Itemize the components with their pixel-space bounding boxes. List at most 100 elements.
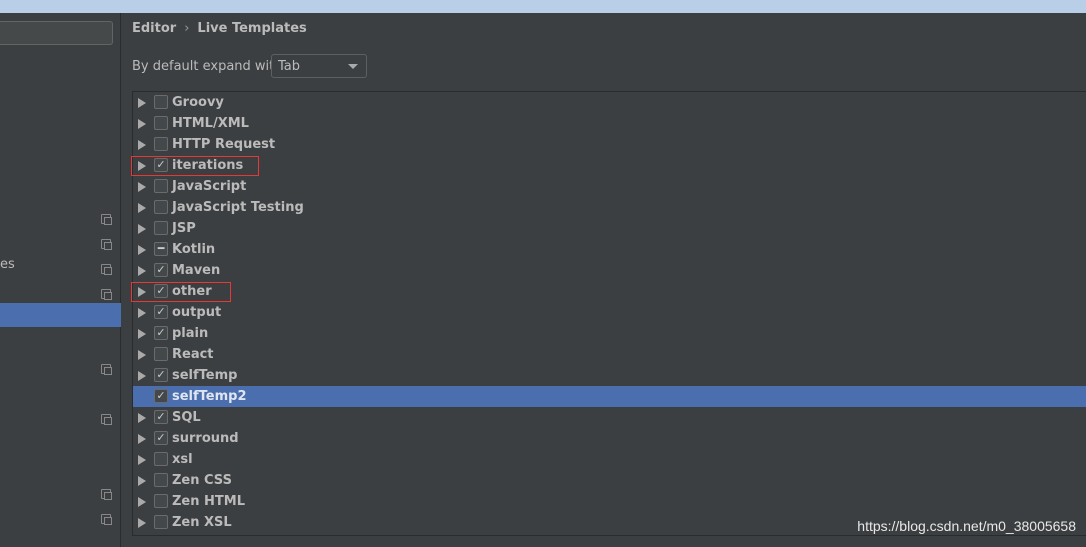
template-group-label: SQL: [172, 410, 201, 425]
template-group-row[interactable]: JavaScript: [133, 176, 1086, 197]
expand-arrow-icon[interactable]: [138, 329, 146, 339]
template-group-row[interactable]: ✓ selfTemp2: [133, 386, 1086, 407]
template-group-checkbox[interactable]: [154, 137, 168, 151]
template-group-row[interactable]: ✓ output: [133, 302, 1086, 323]
expand-arrow-icon[interactable]: [138, 476, 146, 486]
breadcrumb-live-templates: Live Templates: [197, 21, 307, 36]
template-group-row[interactable]: ✓ iterations: [133, 155, 1086, 176]
template-group-checkbox[interactable]: ✓: [154, 410, 168, 424]
template-group-label: JavaScript Testing: [172, 200, 304, 215]
template-group-row[interactable]: Groovy: [133, 92, 1086, 113]
templates-tree: Groovy HTML/XML HTTP Request ✓ iterations Jav…: [131, 91, 1086, 536]
red-highlight-box: [131, 156, 259, 176]
template-group-row[interactable]: ━ Kotlin: [133, 239, 1086, 260]
template-group-label: output: [172, 305, 222, 320]
window-top-strip: [0, 0, 1086, 13]
template-group-row[interactable]: HTML/XML: [133, 113, 1086, 134]
template-group-checkbox[interactable]: [154, 221, 168, 235]
template-group-row[interactable]: xsl: [133, 449, 1086, 470]
copy-settings-icon: [101, 239, 112, 250]
expand-arrow-icon[interactable]: [138, 140, 146, 150]
expand-arrow-icon[interactable]: [138, 455, 146, 465]
template-group-label: HTML/XML: [172, 116, 249, 131]
expand-arrow-icon[interactable]: [138, 518, 146, 528]
template-group-checkbox[interactable]: ✓: [154, 389, 168, 403]
settings-sidebar: es: [0, 13, 121, 547]
template-group-row[interactable]: Zen HTML: [133, 491, 1086, 512]
breadcrumb-separator: ›: [184, 21, 190, 36]
copy-settings-icon: [101, 489, 112, 500]
template-group-checkbox[interactable]: [154, 95, 168, 109]
expand-arrow-icon[interactable]: [138, 203, 146, 213]
template-group-label: JavaScript: [172, 179, 247, 194]
template-group-label: selfTemp2: [172, 389, 247, 404]
expand-arrow-icon[interactable]: [138, 350, 146, 360]
template-group-label: HTTP Request: [172, 137, 276, 152]
template-group-row[interactable]: JSP: [133, 218, 1086, 239]
template-group-checkbox[interactable]: ━: [154, 242, 168, 256]
expand-with-label: By default expand with: [132, 59, 283, 74]
template-group-label: xsl: [172, 452, 193, 467]
breadcrumb: Editor › Live Templates: [132, 21, 307, 36]
template-group-row[interactable]: JavaScript Testing: [133, 197, 1086, 218]
template-group-checkbox[interactable]: [154, 116, 168, 130]
template-group-label: Zen HTML: [172, 494, 245, 509]
template-group-row[interactable]: ✓ other: [133, 281, 1086, 302]
template-group-row[interactable]: ✓ SQL: [133, 407, 1086, 428]
template-group-row[interactable]: HTTP Request: [133, 134, 1086, 155]
template-group-checkbox[interactable]: ✓: [154, 368, 168, 382]
template-group-checkbox[interactable]: [154, 179, 168, 193]
watermark: https://blog.csdn.net/m0_38005658: [857, 518, 1076, 534]
copy-settings-icon: [101, 289, 112, 300]
template-group-checkbox[interactable]: ✓: [154, 263, 168, 277]
template-group-checkbox[interactable]: [154, 452, 168, 466]
expand-arrow-icon[interactable]: [138, 245, 146, 255]
expand-arrow-icon[interactable]: [138, 371, 146, 381]
copy-settings-icon: [101, 214, 112, 225]
expand-arrow-icon[interactable]: [138, 497, 146, 507]
expand-arrow-icon[interactable]: [138, 413, 146, 423]
chevron-down-icon: [348, 64, 358, 69]
template-group-row[interactable]: Zen CSS: [133, 470, 1086, 491]
template-group-row[interactable]: ✓ surround: [133, 428, 1086, 449]
expand-arrow-icon[interactable]: [138, 182, 146, 192]
expand-with-value: Tab: [278, 59, 301, 74]
template-group-row[interactable]: React: [133, 344, 1086, 365]
template-group-checkbox[interactable]: [154, 494, 168, 508]
template-group-label: surround: [172, 431, 239, 446]
expand-with-dropdown[interactable]: Tab: [271, 54, 367, 78]
template-group-checkbox[interactable]: [154, 473, 168, 487]
template-group-label: selfTemp: [172, 368, 238, 383]
template-group-checkbox[interactable]: ✓: [154, 326, 168, 340]
template-group-checkbox[interactable]: [154, 515, 168, 529]
copy-settings-icon: [101, 364, 112, 375]
template-group-row[interactable]: ✓ plain: [133, 323, 1086, 344]
template-group-label: plain: [172, 326, 209, 341]
template-group-row[interactable]: ✓ Maven: [133, 260, 1086, 281]
template-group-checkbox[interactable]: ✓: [154, 431, 168, 445]
sidebar-item-live-templates[interactable]: [0, 303, 121, 327]
breadcrumb-editor: Editor: [132, 21, 177, 36]
red-highlight-box: [131, 282, 231, 302]
template-group-label: Zen CSS: [172, 473, 232, 488]
settings-search-input[interactable]: [0, 21, 113, 45]
template-group-checkbox[interactable]: ✓: [154, 305, 168, 319]
expand-arrow-icon[interactable]: [138, 308, 146, 318]
template-group-label: Groovy: [172, 95, 224, 110]
template-group-label: Zen XSL: [172, 515, 232, 530]
sidebar-item-label[interactable]: es: [0, 257, 15, 272]
template-group-label: Kotlin: [172, 242, 216, 257]
template-group-checkbox[interactable]: [154, 347, 168, 361]
copy-settings-icon: [101, 264, 112, 275]
expand-arrow-icon[interactable]: [138, 434, 146, 444]
copy-settings-icon: [101, 414, 112, 425]
template-group-checkbox[interactable]: [154, 200, 168, 214]
expand-arrow-icon[interactable]: [138, 266, 146, 276]
copy-settings-icon: [101, 514, 112, 525]
expand-arrow-icon[interactable]: [138, 98, 146, 108]
template-group-label: React: [172, 347, 214, 362]
expand-arrow-icon[interactable]: [138, 224, 146, 234]
template-group-row[interactable]: ✓ selfTemp: [133, 365, 1086, 386]
expand-arrow-icon[interactable]: [138, 119, 146, 129]
template-group-label: Maven: [172, 263, 221, 278]
